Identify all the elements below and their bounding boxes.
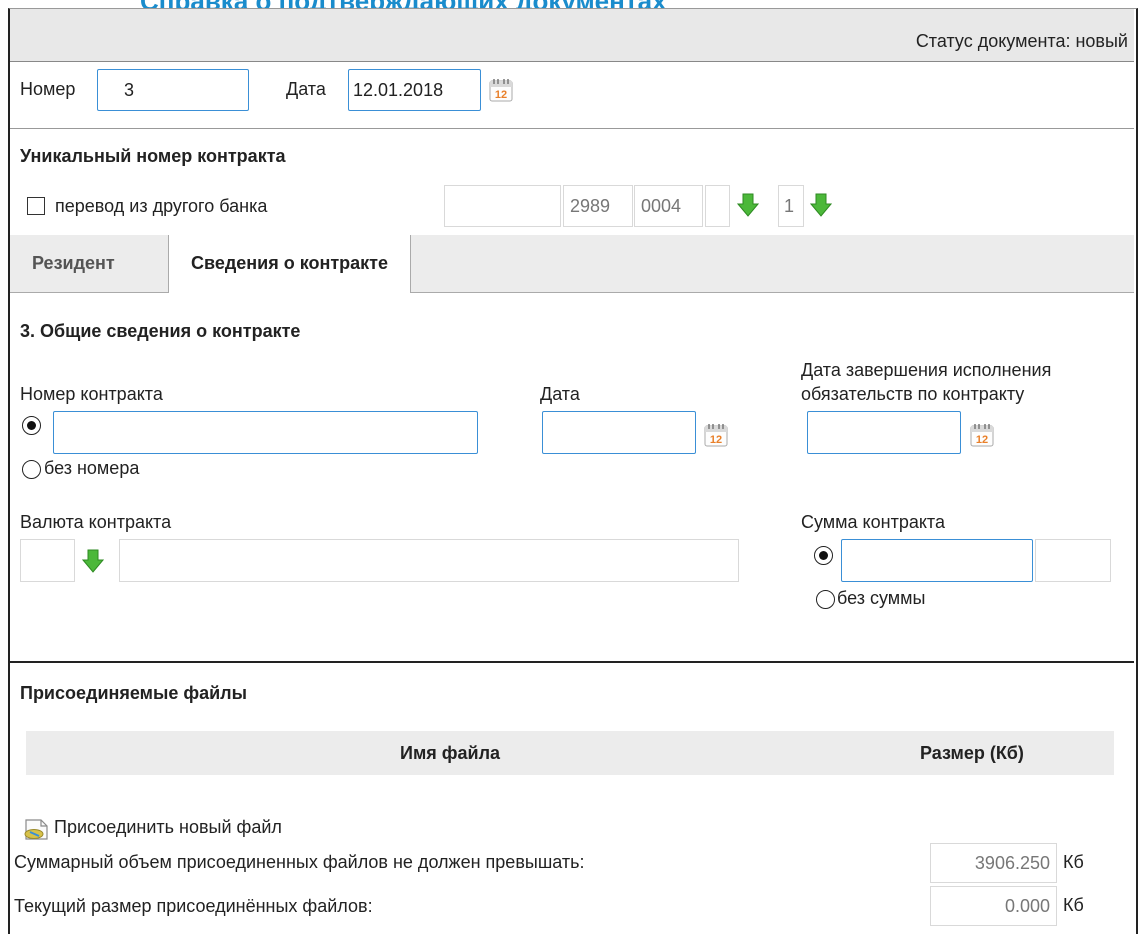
- calendar-icon[interactable]: 12: [970, 423, 994, 447]
- contract-number-part5-input[interactable]: [778, 185, 804, 227]
- current-size-label: Текущий размер присоединённых файлов:: [14, 896, 373, 916]
- document-number-input[interactable]: [97, 69, 249, 111]
- svg-text:12: 12: [710, 434, 722, 446]
- transfer-label: перевод из другого банка: [55, 196, 268, 216]
- document-date-input[interactable]: [348, 69, 481, 111]
- green-down-arrow-icon[interactable]: [737, 193, 759, 217]
- divider: [10, 128, 1134, 129]
- files-table-header: Имя файла Размер (Кб): [26, 731, 1114, 775]
- no-amount-radio[interactable]: [816, 590, 835, 609]
- max-size-unit: Кб: [1063, 852, 1084, 872]
- file-size-column-header: Размер (Кб): [920, 743, 1024, 763]
- currency-name-input[interactable]: [119, 539, 739, 582]
- no-amount-label: без суммы: [837, 588, 926, 608]
- with-amount-radio[interactable]: [814, 546, 833, 565]
- unique-contract-title: Уникальный номер контракта: [20, 146, 286, 166]
- contract-date-label: Дата: [540, 384, 580, 404]
- amount-label: Сумма контракта: [801, 512, 945, 532]
- files-title: Присоединяемые файлы: [20, 683, 247, 703]
- completion-date-label-line1: Дата завершения исполнения: [801, 360, 1052, 380]
- status-bar: Статус документа: новый: [10, 9, 1134, 62]
- contract-amount-input[interactable]: [841, 539, 1033, 582]
- completion-date-label-line2: обязательств по контракту: [801, 384, 1025, 404]
- contract-number-input[interactable]: [53, 411, 478, 454]
- attach-file-icon[interactable]: [22, 817, 52, 841]
- currency-label: Валюта контракта: [20, 512, 172, 532]
- svg-text:12: 12: [976, 434, 988, 446]
- current-size-value: [930, 886, 1057, 926]
- attach-file-link[interactable]: Присоединить новый файл: [54, 817, 282, 838]
- file-name-column-header: Имя файла: [400, 743, 501, 763]
- section-divider: [10, 661, 1134, 663]
- contract-number-label: Номер контракта: [20, 384, 163, 404]
- currency-code-input[interactable]: [20, 539, 75, 582]
- tab-bar: Резидент Сведения о контракте: [10, 235, 1134, 293]
- section-title: 3. Общие сведения о контракте: [20, 321, 301, 341]
- max-size-label: Суммарный объем присоединенных файлов не…: [14, 852, 585, 872]
- calendar-icon[interactable]: 12: [489, 78, 513, 102]
- svg-text:12: 12: [495, 89, 507, 101]
- max-size-value: [930, 843, 1057, 883]
- no-number-label: без номера: [44, 458, 140, 478]
- tab-contract-info[interactable]: Сведения о контракте: [168, 235, 412, 293]
- document-status: Статус документа: новый: [915, 31, 1128, 51]
- no-number-radio[interactable]: [22, 460, 41, 479]
- contract-number-part2-input[interactable]: [563, 185, 633, 227]
- contract-number-part3-input[interactable]: [634, 185, 703, 227]
- date-label: Дата: [286, 79, 326, 99]
- tab-resident[interactable]: Резидент: [10, 235, 137, 292]
- green-down-arrow-icon[interactable]: [82, 549, 104, 573]
- green-down-arrow-icon[interactable]: [810, 193, 832, 217]
- completion-date-input[interactable]: [807, 411, 961, 454]
- contract-number-part4-input[interactable]: [705, 185, 730, 227]
- with-number-radio[interactable]: [22, 416, 41, 435]
- number-label: Номер: [20, 79, 76, 99]
- contract-date-input[interactable]: [542, 411, 696, 454]
- transfer-checkbox[interactable]: [27, 197, 45, 215]
- current-size-unit: Кб: [1063, 895, 1084, 915]
- contract-number-part1-input[interactable]: [444, 185, 561, 227]
- amount-extra-input[interactable]: [1035, 539, 1111, 582]
- calendar-icon[interactable]: 12: [704, 423, 728, 447]
